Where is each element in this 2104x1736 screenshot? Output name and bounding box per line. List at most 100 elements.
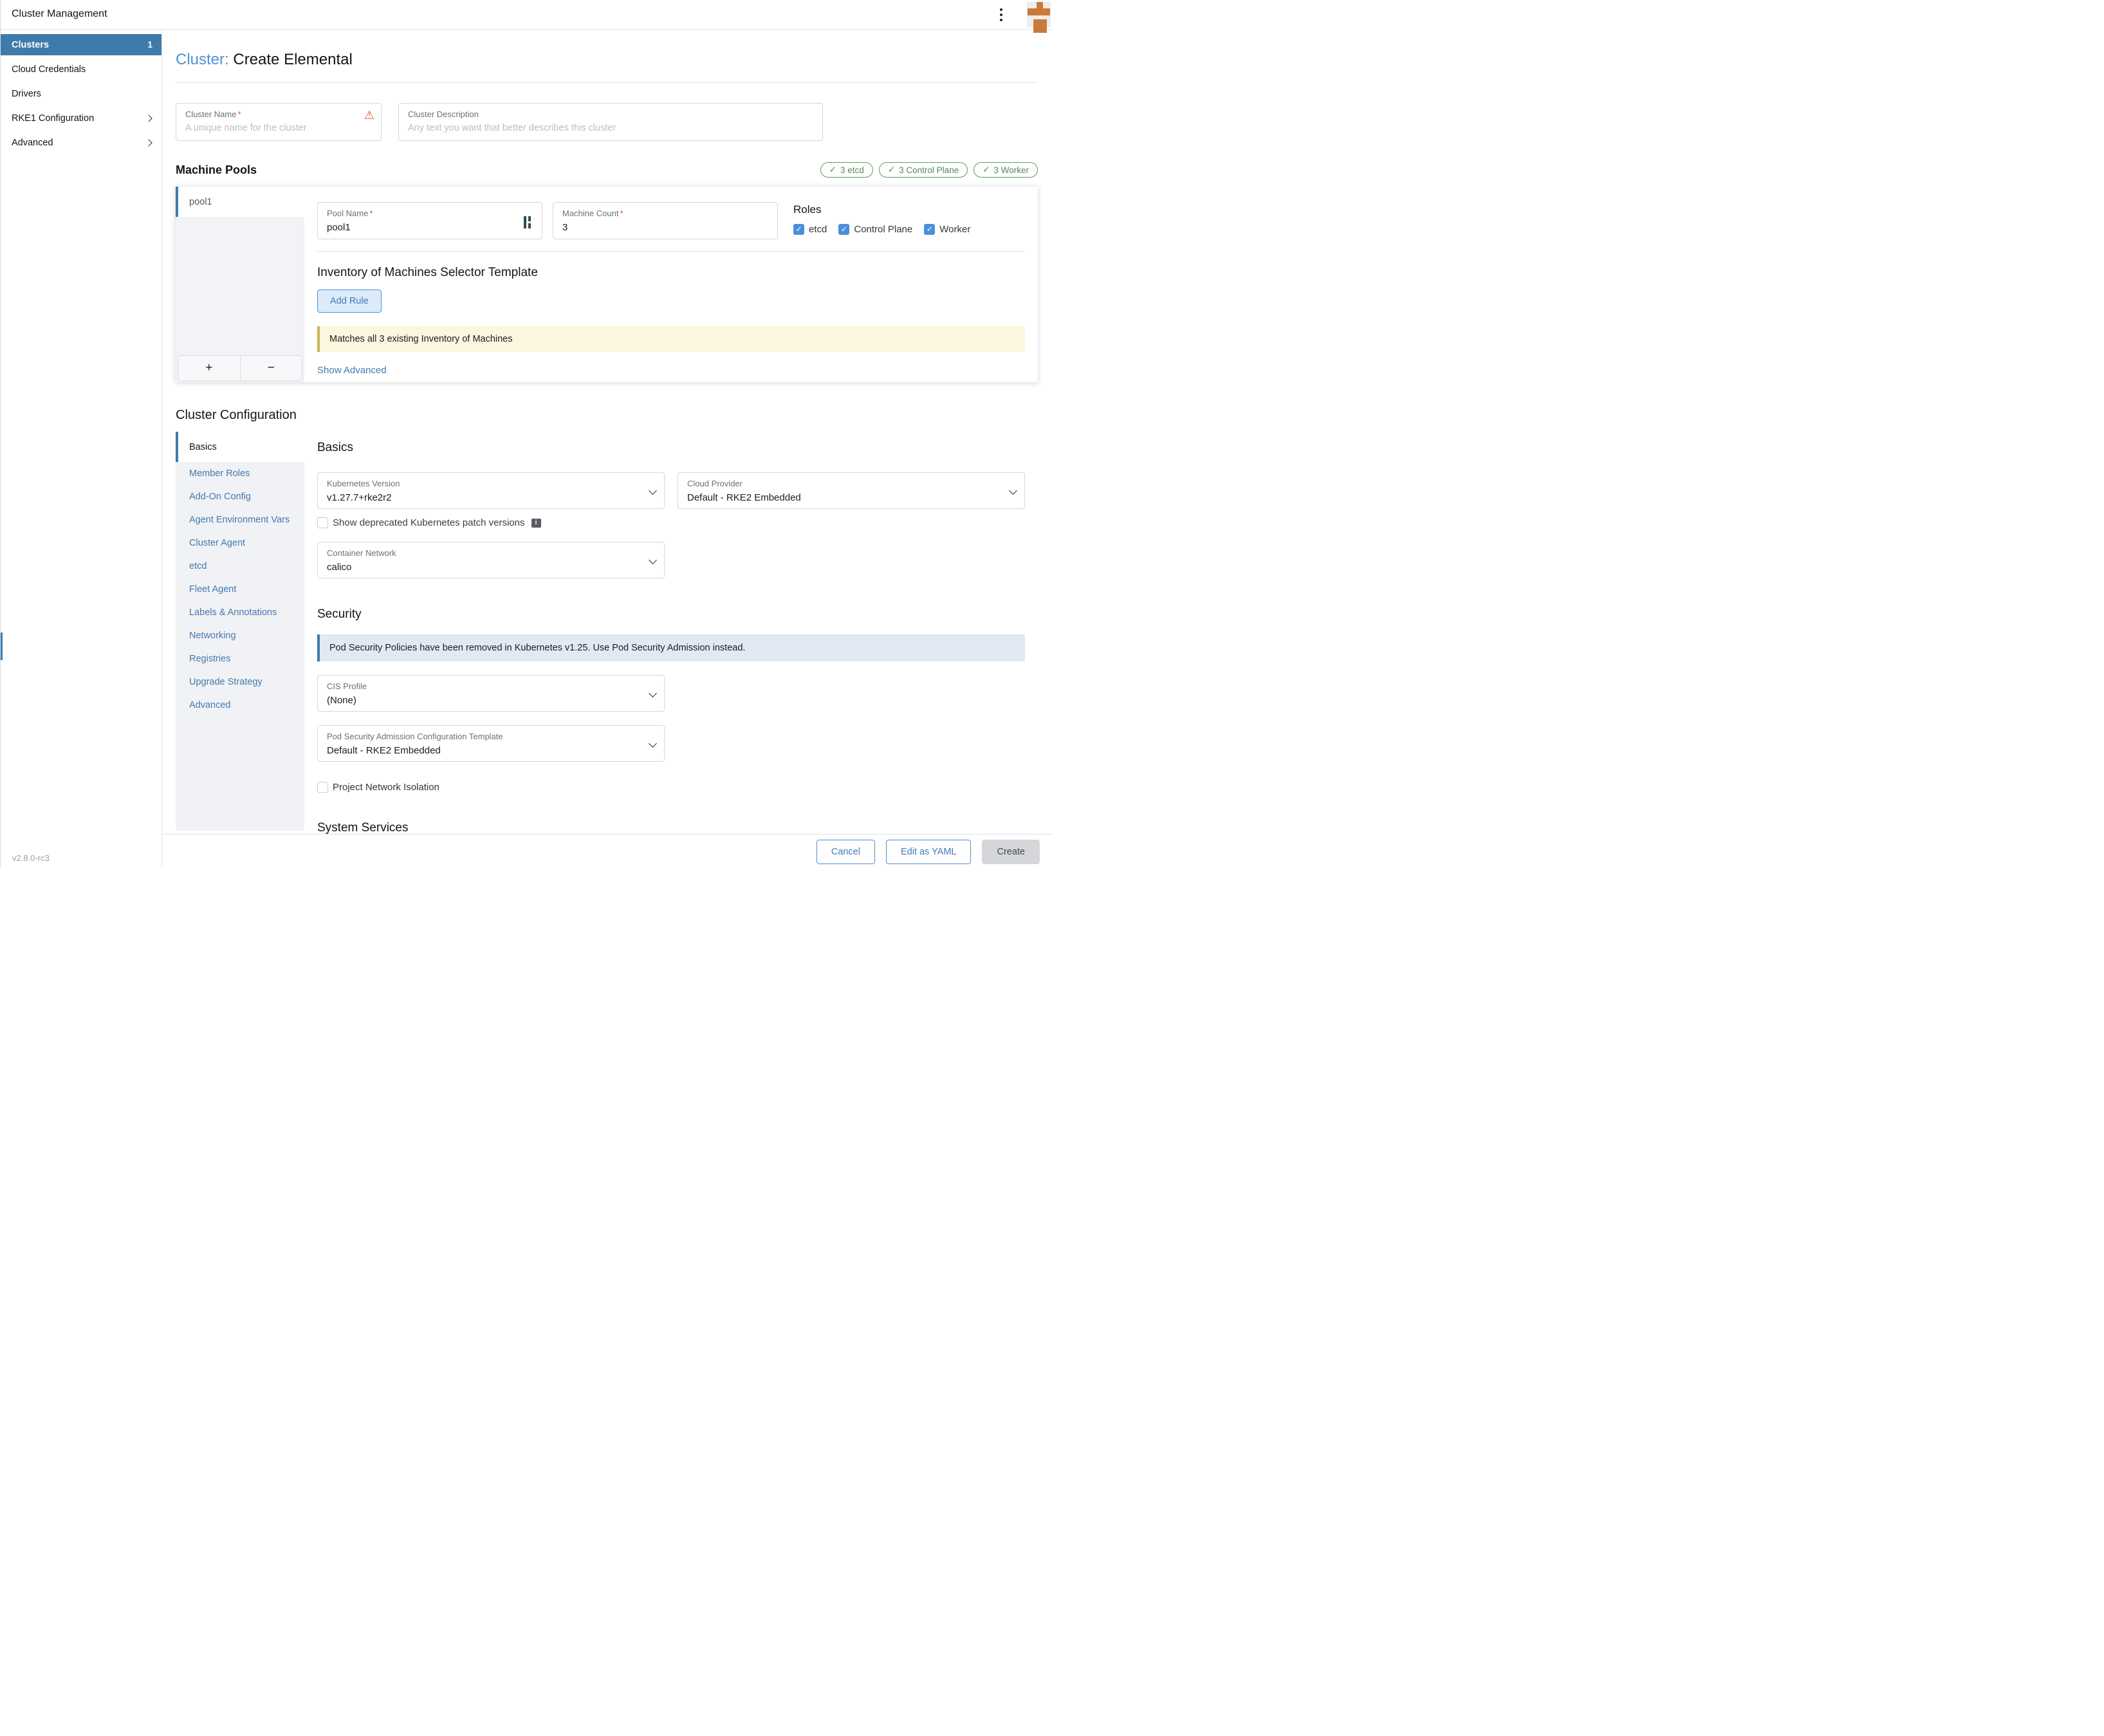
config-tab-labels-annotations[interactable]: Labels & Annotations (176, 601, 304, 624)
tab-label: Add-On Config (189, 492, 251, 502)
info-icon[interactable]: i (531, 519, 541, 528)
warning-icon: ⚠ (364, 109, 374, 121)
chevron-right-icon (145, 139, 152, 146)
config-content: Basics Kubernetes Version v1.27.7+rke2r2… (304, 432, 1038, 831)
matches-banner: Matches all 3 existing Inventory of Mach… (317, 326, 1025, 352)
config-tab-member-roles[interactable]: Member Roles (176, 462, 304, 485)
kubernetes-version-select[interactable]: Kubernetes Version v1.27.7+rke2r2 (317, 472, 665, 509)
add-rule-button[interactable]: Add Rule (317, 290, 382, 313)
machine-pools-heading: Machine Pools (176, 163, 257, 177)
page-title-text: Create Elemental (233, 51, 352, 68)
config-tab-upgrade-strategy[interactable]: Upgrade Strategy (176, 670, 304, 694)
required-asterisk: * (237, 109, 241, 119)
tab-label: Upgrade Strategy (189, 677, 263, 687)
sidebar-item-label: Cloud Credentials (12, 64, 86, 75)
config-tab-agent-environment-vars[interactable]: Agent Environment Vars (176, 508, 304, 531)
check-icon: ✓ (888, 165, 895, 175)
machine-pool-tab[interactable]: pool1 (176, 187, 304, 217)
cluster-name-placeholder: A unique name for the cluster (185, 123, 372, 133)
config-tab-list: Basics Member Roles Add-On Config Agent … (176, 432, 304, 831)
page-title-prefix: Cluster: (176, 51, 229, 68)
select-value: Default - RKE2 Embedded (327, 745, 645, 756)
select-value: Default - RKE2 Embedded (687, 492, 1005, 503)
tab-label: Networking (189, 631, 236, 641)
pool-section-divider (317, 251, 1025, 252)
sidebar-item-drivers[interactable]: Drivers (1, 83, 161, 104)
config-tab-networking[interactable]: Networking (176, 624, 304, 647)
container-network-select[interactable]: Container Network calico (317, 542, 665, 578)
roles-heading: Roles (793, 203, 970, 216)
chevron-down-icon (649, 689, 657, 697)
config-tab-registries[interactable]: Registries (176, 647, 304, 670)
config-tab-basics[interactable]: Basics (176, 432, 304, 462)
cluster-description-placeholder: Any text you want that better describes … (408, 123, 813, 133)
select-value: v1.27.7+rke2r2 (327, 492, 645, 503)
select-label: Kubernetes Version (327, 479, 645, 488)
checkbox-label: Show deprecated Kubernetes patch version… (333, 517, 525, 528)
machine-pools-card: pool1 + − Pool Name* pool1 (176, 187, 1038, 382)
sidebar-item-rke1-configuration[interactable]: RKE1 Configuration (1, 107, 161, 129)
sidebar-item-cloud-credentials[interactable]: Cloud Credentials (1, 59, 161, 80)
checkbox-show-deprecated-versions[interactable]: Show deprecated Kubernetes patch version… (317, 517, 525, 528)
checkbox-project-network-isolation[interactable]: Project Network Isolation (317, 782, 439, 793)
show-advanced-link[interactable]: Show Advanced (317, 365, 387, 376)
kebab-icon (1000, 8, 1002, 11)
cancel-button[interactable]: Cancel (817, 840, 875, 864)
field-label: Pool Name* (327, 208, 533, 218)
select-label: Pod Security Admission Configuration Tem… (327, 732, 645, 741)
checkbox-etcd[interactable]: etcd (793, 224, 827, 235)
chevron-down-icon (649, 486, 657, 495)
cluster-name-field[interactable]: Cluster Name* A unique name for the clus… (176, 103, 382, 141)
page-title: Cluster: Create Elemental (176, 51, 1038, 68)
basics-heading: Basics (317, 441, 1025, 455)
check-icon: ✓ (983, 165, 990, 175)
title-divider (176, 82, 1038, 83)
tab-label: etcd (189, 561, 207, 571)
checkbox-label: Worker (939, 224, 970, 235)
sidebar-item-label: Advanced (12, 138, 53, 148)
machine-count-field[interactable]: Machine Count* 3 (553, 202, 778, 239)
required-asterisk: * (369, 208, 373, 218)
checkbox-checked-icon (924, 224, 935, 235)
rancher-logo (1027, 2, 1051, 27)
checkbox-label: etcd (809, 224, 827, 235)
sidebar-item-clusters[interactable]: Clusters 1 (1, 34, 161, 55)
sidebar-nav: Clusters 1 Cloud Credentials Drivers RKE… (1, 30, 162, 868)
checkbox-label: Control Plane (854, 224, 912, 235)
checkbox-checked-icon (793, 224, 804, 235)
config-tab-advanced[interactable]: Advanced (176, 694, 304, 717)
etcd-count-badge: ✓3 etcd (820, 162, 873, 178)
checkbox-checked-icon (838, 224, 849, 235)
chevron-down-icon (649, 739, 657, 748)
add-pool-button[interactable]: + (178, 356, 241, 380)
select-label: Cloud Provider (687, 479, 1005, 488)
sidebar-item-advanced[interactable]: Advanced (1, 132, 161, 153)
security-heading: Security (317, 607, 1025, 622)
cluster-description-field[interactable]: Cluster Description Any text you want th… (398, 103, 823, 141)
required-asterisk: * (620, 208, 623, 218)
checkbox-unchecked-icon (317, 517, 328, 528)
config-tab-fleet-agent[interactable]: Fleet Agent (176, 578, 304, 601)
left-edge-accent (1, 633, 3, 660)
pool-tab-list: pool1 + − (176, 187, 304, 382)
cluster-configuration-panel: Basics Member Roles Add-On Config Agent … (176, 432, 1038, 831)
cloud-provider-select[interactable]: Cloud Provider Default - RKE2 Embedded (678, 472, 1025, 509)
create-button[interactable]: Create (982, 840, 1040, 864)
tab-label: Labels & Annotations (189, 607, 277, 618)
checkbox-worker[interactable]: Worker (924, 224, 970, 235)
drag-handle-icon[interactable] (524, 215, 534, 230)
edit-as-yaml-button[interactable]: Edit as YAML (886, 840, 972, 864)
psa-template-select[interactable]: Pod Security Admission Configuration Tem… (317, 725, 665, 762)
field-label: Machine Count* (562, 208, 768, 218)
config-tab-cluster-agent[interactable]: Cluster Agent (176, 531, 304, 555)
pool-name-field[interactable]: Pool Name* pool1 (317, 202, 542, 239)
cis-profile-select[interactable]: CIS Profile (None) (317, 675, 665, 712)
config-tab-etcd[interactable]: etcd (176, 555, 304, 578)
remove-pool-button[interactable]: − (241, 356, 302, 380)
field-label: Cluster Name* (185, 109, 372, 119)
config-tab-add-on-config[interactable]: Add-On Config (176, 485, 304, 508)
field-label: Cluster Description (408, 109, 813, 119)
version-label: v2.8.0-rc3 (12, 853, 50, 863)
kebab-menu-button[interactable] (993, 6, 1010, 23)
checkbox-control-plane[interactable]: Control Plane (838, 224, 912, 235)
